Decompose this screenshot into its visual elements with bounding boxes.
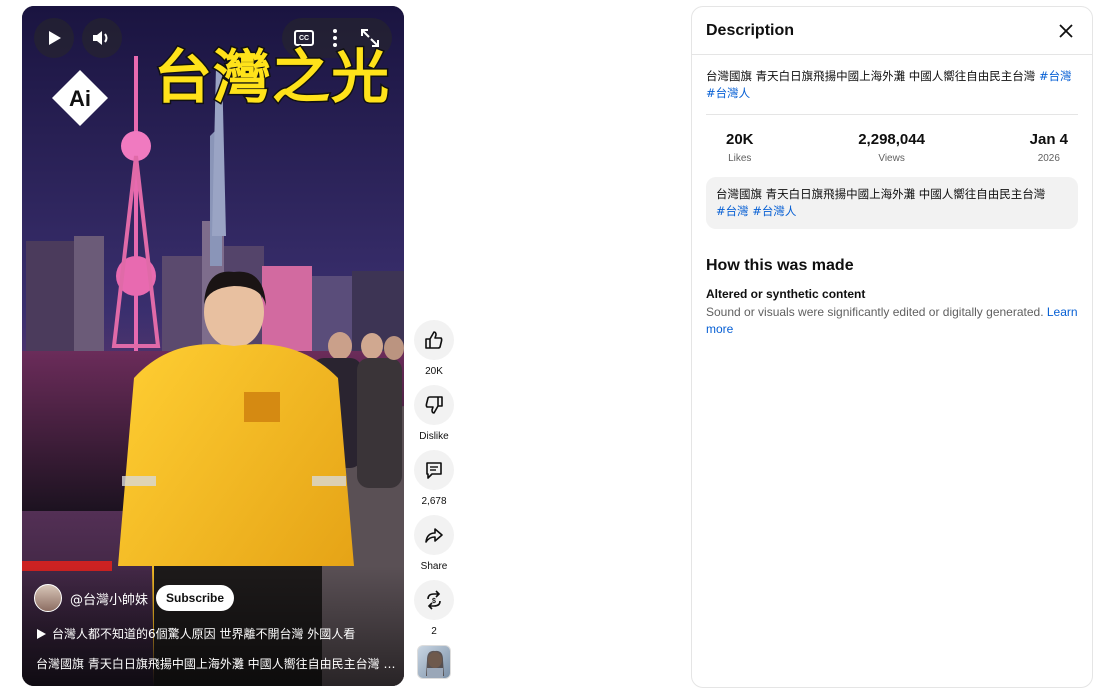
remix-count: 2 [431, 626, 437, 637]
overlay-title: 台灣之光 [152, 42, 391, 113]
like-button[interactable] [414, 320, 454, 360]
related-video-title: 台灣人都不知道的6個驚人原因 世界離不開台灣 外國人看 [52, 627, 356, 641]
channel-row: @台灣小帥妹 Subscribe [34, 584, 235, 612]
play-button[interactable] [34, 18, 74, 58]
stat-label: 2026 [1037, 153, 1060, 164]
share-action: Share [413, 515, 455, 572]
panel-title: Description [706, 21, 795, 39]
subscribe-button[interactable]: Subscribe [156, 585, 235, 611]
related-video-link[interactable]: 台灣人都不知道的6個驚人原因 世界離不開台灣 外國人看 [36, 625, 355, 642]
dislike-label: Dislike [419, 431, 449, 442]
sound-thumbnail[interactable] [417, 645, 451, 679]
comment-action: 2,678 [413, 450, 455, 507]
shorts-page: CC 台灣之光 Ai @台灣小帥妹 Subscribe 台灣人都不知道的6個驚人… [0, 0, 1100, 696]
share-label: Share [420, 561, 448, 572]
play-small-icon [37, 628, 46, 639]
dislike-button[interactable] [414, 385, 454, 425]
stat-label: Views [878, 153, 905, 164]
description-box-text: 台灣國旗 青天白日旗飛揚中國上海外灘 中國人嚮往自由民主台灣 [716, 187, 1046, 201]
close-icon [1059, 23, 1073, 38]
video-player[interactable]: CC 台灣之光 Ai @台灣小帥妹 Subscribe 台灣人都不知道的6個驚人… [22, 6, 404, 686]
share-icon [425, 528, 443, 543]
stats-row: 20K Likes 2,298,044 Views Jan 4 2026 [692, 115, 1092, 164]
thumb-down-icon [425, 396, 443, 414]
stat-value: 20K [726, 131, 754, 148]
svg-text:Ai: Ai [69, 86, 91, 111]
remix-action: $ 2 [413, 580, 455, 637]
close-button[interactable] [1054, 19, 1078, 43]
share-button[interactable] [414, 515, 454, 555]
date-stat: Jan 4 2026 [1030, 131, 1068, 164]
how-made-body: Sound or visuals were significantly edit… [706, 305, 1047, 319]
hashtag-link[interactable]: #台灣 [1039, 69, 1072, 83]
thumb-up-icon [425, 331, 443, 349]
hashtag-link[interactable]: #台灣人 [752, 204, 796, 218]
comment-icon [426, 462, 442, 479]
views-stat: 2,298,044 Views [858, 131, 925, 164]
how-made-title: How this was made [706, 257, 854, 274]
how-made-text: Sound or visuals were significantly edit… [692, 301, 1092, 338]
dislike-action: Dislike [413, 385, 455, 442]
like-count: 20K [425, 366, 443, 377]
ai-badge: Ai [52, 70, 108, 126]
remix-icon: $ [427, 590, 441, 610]
hashtag-link[interactable]: #台灣 [716, 204, 749, 218]
channel-avatar[interactable] [34, 584, 62, 612]
description-box[interactable]: 台灣國旗 青天白日旗飛揚中國上海外灘 中國人嚮往自由民主台灣 #台灣 #台灣人 [706, 177, 1078, 229]
comment-button[interactable] [414, 450, 454, 490]
volume-icon [93, 31, 108, 45]
panel-header: Description [692, 7, 1092, 55]
play-icon [49, 31, 61, 45]
how-made-subtitle: Altered or synthetic content [706, 287, 866, 301]
description-body: 台灣國旗 青天白日旗飛揚中國上海外灘 中國人嚮往自由民主台灣 [706, 69, 1039, 83]
channel-name[interactable]: @台灣小帥妹 [70, 589, 148, 608]
remix-button[interactable]: $ [414, 580, 454, 620]
volume-button[interactable] [82, 18, 122, 58]
likes-stat: 20K Likes [726, 131, 754, 164]
stat-label: Likes [728, 153, 752, 164]
hashtag-link[interactable]: #台灣人 [706, 86, 750, 100]
stat-value: 2,298,044 [858, 131, 925, 148]
stat-value: Jan 4 [1029, 131, 1068, 148]
comment-count: 2,678 [421, 496, 447, 507]
svg-text:$: $ [432, 598, 436, 605]
like-action: 20K [413, 320, 455, 377]
description-text: 台灣國旗 青天白日旗飛揚中國上海外灘 中國人嚮往自由民主台灣 #台灣 #台灣人 [692, 55, 1092, 102]
video-caption[interactable]: 台灣國旗 青天白日旗飛揚中國上海外灘 中國人嚮往自由民主台灣 #... [36, 655, 396, 672]
description-panel: Description 台灣國旗 青天白日旗飛揚中國上海外灘 中國人嚮往自由民主… [691, 6, 1093, 688]
